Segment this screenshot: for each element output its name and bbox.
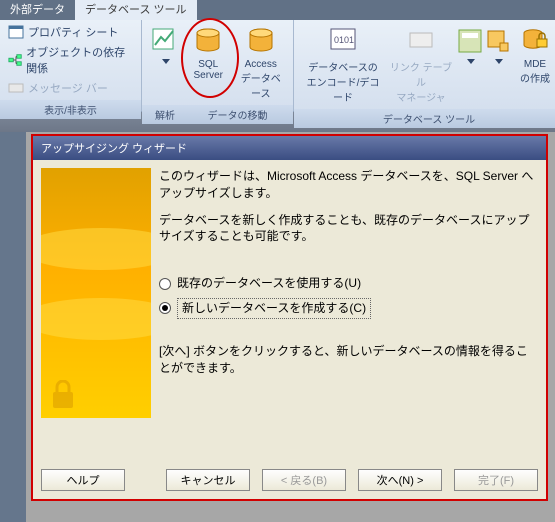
dependencies-label: オブジェクトの依存関係 — [26, 44, 133, 76]
ribbon-tab-strip: 外部データ データベース ツール — [0, 0, 555, 20]
ribbon: プロパティ シート オブジェクトの依存関係 メッセージ バー 表示/非表示 — [0, 20, 555, 112]
access-db-label: Access データベース — [237, 59, 286, 100]
property-sheet-icon — [8, 24, 24, 40]
property-sheet-button[interactable]: プロパティ シート — [6, 23, 135, 41]
link-label: リンク テーブル マネージャ — [388, 59, 454, 104]
ribbon-group-label-analyze: 解析データの移動 — [142, 105, 293, 124]
finish-button: 完了(F) — [454, 469, 538, 491]
next-button[interactable]: 次へ(N) > — [358, 469, 442, 491]
object-dependencies-button[interactable]: オブジェクトの依存関係 — [6, 43, 135, 77]
radio-create-new-label: 新しいデータベースを作成する(C) — [177, 298, 371, 319]
back-button: < 戻る(B) — [262, 469, 346, 491]
mde-icon — [519, 25, 551, 57]
linked-table-mgr-button: リンク テーブル マネージャ — [386, 23, 456, 106]
chevron-down-icon — [467, 59, 475, 64]
sql-server-icon — [192, 25, 224, 57]
help-button[interactable]: ヘルプ — [41, 469, 125, 491]
addins-button[interactable] — [484, 23, 512, 66]
analyze-button[interactable] — [148, 23, 182, 66]
addins-icon — [482, 25, 514, 57]
radio-use-existing-label: 既存のデータベースを使用する(U) — [177, 275, 361, 292]
dependencies-icon — [8, 52, 22, 68]
wizard-intro-1: このウィザードは、Microsoft Access データベースを、SQL Se… — [159, 168, 538, 202]
tab-external-data[interactable]: 外部データ — [0, 0, 75, 20]
sql-server-button[interactable]: SQL Server — [182, 23, 235, 83]
radio-create-new[interactable]: 新しいデータベースを作成する(C) — [159, 298, 538, 319]
encode-icon: 0101 — [327, 25, 359, 57]
dialog-title: アップサイジング ウィザード — [33, 136, 546, 160]
tab-database-tools[interactable]: データベース ツール — [75, 0, 197, 20]
chevron-down-icon — [495, 59, 503, 64]
wizard-graphic — [41, 168, 151, 418]
message-bar-label: メッセージ バー — [28, 80, 108, 96]
message-bar-button: メッセージ バー — [6, 79, 135, 97]
message-bar-icon — [8, 80, 24, 96]
analyze-icon — [149, 25, 181, 57]
svg-text:0101: 0101 — [334, 35, 354, 45]
wizard-text-area: このウィザードは、Microsoft Access データベースを、SQL Se… — [159, 168, 538, 453]
cancel-button[interactable]: キャンセル — [166, 469, 250, 491]
make-mde-button[interactable]: MDE の作成 — [512, 23, 555, 87]
radio-icon — [159, 278, 171, 290]
access-db-icon — [245, 25, 277, 57]
radio-icon — [159, 302, 171, 314]
ribbon-group-label-show-hide: 表示/非表示 — [0, 100, 141, 119]
lock-icon — [49, 380, 77, 410]
property-sheet-label: プロパティ シート — [28, 24, 118, 40]
upsizing-wizard-dialog: アップサイジング ウィザード このウィザードは、Microsoft Access… — [31, 134, 548, 501]
encode-label: データベースの エンコード/デコード — [302, 59, 384, 104]
link-icon — [405, 25, 437, 57]
ribbon-group-label-dbtools: データベース ツール — [294, 109, 555, 128]
mde-label: MDE の作成 — [520, 59, 550, 85]
wizard-hint: [次へ] ボタンをクリックすると、新しいデータベースの情報を得ることができます。 — [159, 343, 538, 377]
encode-decode-button[interactable]: 0101 データベースの エンコード/デコード — [300, 23, 386, 106]
access-db-button[interactable]: Access データベース — [235, 23, 288, 102]
radio-use-existing[interactable]: 既存のデータベースを使用する(U) — [159, 275, 538, 292]
switchboard-button[interactable] — [456, 23, 484, 66]
chevron-down-icon — [162, 59, 170, 64]
wizard-intro-2: データベースを新しく作成することも、既存のデータベースにアップサイズすることも可… — [159, 212, 538, 246]
sql-server-label: SQL Server — [194, 59, 223, 81]
dialog-button-row: ヘルプ キャンセル < 戻る(B) 次へ(N) > 完了(F) — [33, 461, 546, 499]
